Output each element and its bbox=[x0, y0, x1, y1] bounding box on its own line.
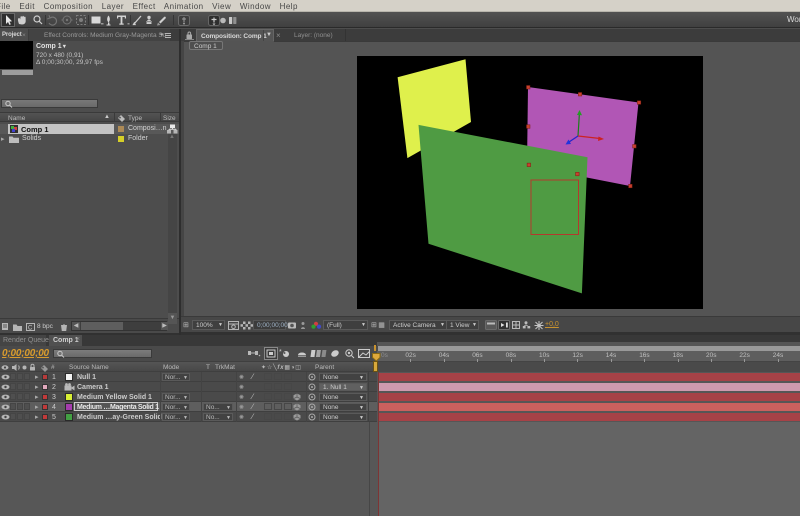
svg-text:*: * bbox=[279, 349, 282, 356]
svg-text:C: C bbox=[28, 326, 33, 332]
